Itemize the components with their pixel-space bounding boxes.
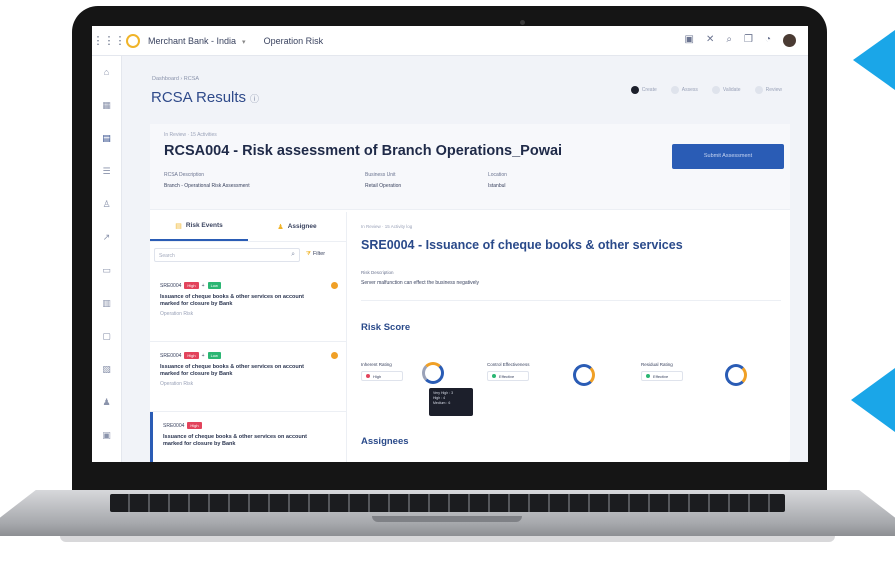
window-icon[interactable]: ❐ (744, 34, 753, 47)
module-selector[interactable]: Operation Risk (264, 36, 324, 46)
priority-badge: High (184, 352, 199, 359)
rail-people-icon[interactable]: ♙ (92, 188, 121, 221)
donut-chart-icon[interactable] (422, 362, 444, 384)
step-dot (711, 86, 720, 94)
assignees-heading: Assignees (361, 436, 409, 447)
submit-assessment-button[interactable]: Submit Assessment (672, 144, 784, 169)
decorative-triangle-top (853, 30, 895, 90)
donut-chart-icon[interactable] (573, 364, 595, 386)
risk-description-label: Risk Description (361, 270, 394, 275)
calendar-icon[interactable]: ▣ (685, 34, 694, 47)
tab-assignee[interactable]: ♟ Assignee (248, 212, 346, 241)
screen: ⋮⋮⋮ Merchant Bank - India ▾ Operation Ris… (92, 26, 808, 462)
warning-icon (331, 352, 338, 359)
risk-score-heading: Risk Score (361, 322, 411, 333)
search-input[interactable]: Search ⌕ (154, 248, 300, 262)
detail-panel: In Review · 15 Activity log SRE0004 - Is… (346, 212, 790, 462)
page-title: RCSA Results ⓘ (151, 89, 260, 106)
apps-grid-icon[interactable]: ⋮⋮⋮ (92, 34, 126, 47)
inherent-rating: Inherent Rating High (361, 362, 403, 381)
list-tabs: ▤ Risk Events ♟ Assignee (150, 212, 346, 242)
donut-chart-icon[interactable] (725, 364, 747, 386)
rcsa-header: In Review · 15 Activities RCSA004 - Risk… (150, 124, 790, 210)
warning-icon (331, 282, 338, 289)
rating-chip[interactable]: High (361, 371, 403, 381)
rcsa-title: RCSA004 - Risk assessment of Branch Oper… (164, 143, 563, 159)
app-selector[interactable]: Merchant Bank - India ▾ (148, 36, 246, 46)
status-dot (646, 374, 650, 378)
rail-folder-icon[interactable]: ▭ (92, 254, 121, 287)
step-dot (630, 86, 639, 94)
top-bar: ⋮⋮⋮ Merchant Bank - India ▾ Operation Ris… (92, 26, 808, 56)
control-effectiveness: Control Effectiveness Effective (487, 362, 529, 381)
chart-tooltip: Very High : 3 High : 4 Medium : 6 (429, 388, 473, 416)
field-rcsa-description: RCSA Description Branch - Operational Ri… (164, 172, 250, 189)
status-badge: Low (207, 352, 221, 359)
rail-chart-icon[interactable]: ▧ (92, 353, 121, 386)
rail-file-icon[interactable]: ▢ (92, 320, 121, 353)
breadcrumb[interactable]: Dashboard › RCSA (152, 76, 199, 82)
step-dot (670, 86, 679, 94)
info-icon[interactable]: ⓘ (250, 94, 259, 104)
residual-rating: Residual Rating Effective (641, 362, 683, 381)
close-icon[interactable]: ✕ (706, 34, 714, 47)
rail-report-icon[interactable]: ▥ (92, 287, 121, 320)
rail-home-icon[interactable]: ⌂ (92, 56, 121, 89)
status-dot (492, 374, 496, 378)
bell-icon[interactable]: ◔ (765, 34, 771, 47)
step-assess[interactable]: Assess (670, 86, 698, 94)
risk-description: Server malfunction can effect the busine… (361, 280, 480, 286)
chevron-down-icon: ▾ (242, 38, 246, 46)
rating-chip[interactable]: Effective (487, 371, 529, 381)
rail-list-icon[interactable]: ☰ (92, 155, 121, 188)
field-business-unit: Business Unit Retail Operation (365, 172, 402, 189)
step-validate[interactable]: Validate (711, 86, 741, 94)
filter-icon: ⧩ (306, 251, 311, 257)
rating-chip[interactable]: Effective (641, 371, 683, 381)
step-dot (754, 86, 763, 94)
progress-stepper: Create Assess Validate Review (630, 86, 782, 94)
list-item[interactable]: SRE0004 High + Low Issuance of cheque books… (150, 342, 346, 412)
assignee-icon: ♟ (277, 223, 284, 231)
search-icon: ⌕ (291, 251, 295, 258)
field-location: Location Istanbul (488, 172, 507, 189)
tab-risk-events[interactable]: ▤ Risk Events (150, 212, 248, 241)
risk-events-icon: ▤ (175, 222, 182, 230)
rail-share-icon[interactable]: ↗ (92, 221, 121, 254)
priority-badge: High (187, 422, 202, 429)
status-dot (366, 374, 370, 378)
rcsa-meta: In Review · 15 Activities (164, 132, 217, 138)
step-create[interactable]: Create (630, 86, 657, 94)
rail-document-icon[interactable]: ▤ (92, 122, 121, 155)
left-rail: ⌂ ▦ ▤ ☰ ♙ ↗ ▭ ▥ ▢ ▧ ♟ ▣ (92, 56, 122, 462)
rail-team-icon[interactable]: ♟ (92, 386, 121, 419)
list-item-selected[interactable]: SRE0004 High Issuance of cheque books & o… (150, 412, 346, 462)
decorative-triangle-bottom (851, 368, 895, 432)
divider (361, 300, 781, 301)
avatar[interactable] (783, 34, 796, 47)
priority-badge: High (184, 282, 199, 289)
laptop-foot (60, 536, 835, 542)
rail-grid-icon[interactable]: ▦ (92, 89, 121, 122)
search-icon[interactable]: ⌕ (726, 34, 732, 47)
rail-settings-icon[interactable]: ▣ (92, 419, 121, 452)
laptop-keyboard (110, 494, 785, 512)
list-item[interactable]: SRE0004 High + Low Issuance of cheque books… (150, 272, 346, 342)
rcsa-card: In Review · 15 Activities RCSA004 - Risk… (150, 124, 790, 462)
step-review[interactable]: Review (754, 86, 782, 94)
detail-title: SRE0004 - Issuance of cheque books & oth… (361, 238, 683, 252)
laptop-notch (372, 516, 522, 522)
filter-button[interactable]: ⧩ Filter (306, 251, 325, 258)
status-badge: Low (207, 282, 221, 289)
detail-meta: In Review · 15 Activity log (361, 224, 413, 229)
brand-logo (126, 33, 140, 48)
